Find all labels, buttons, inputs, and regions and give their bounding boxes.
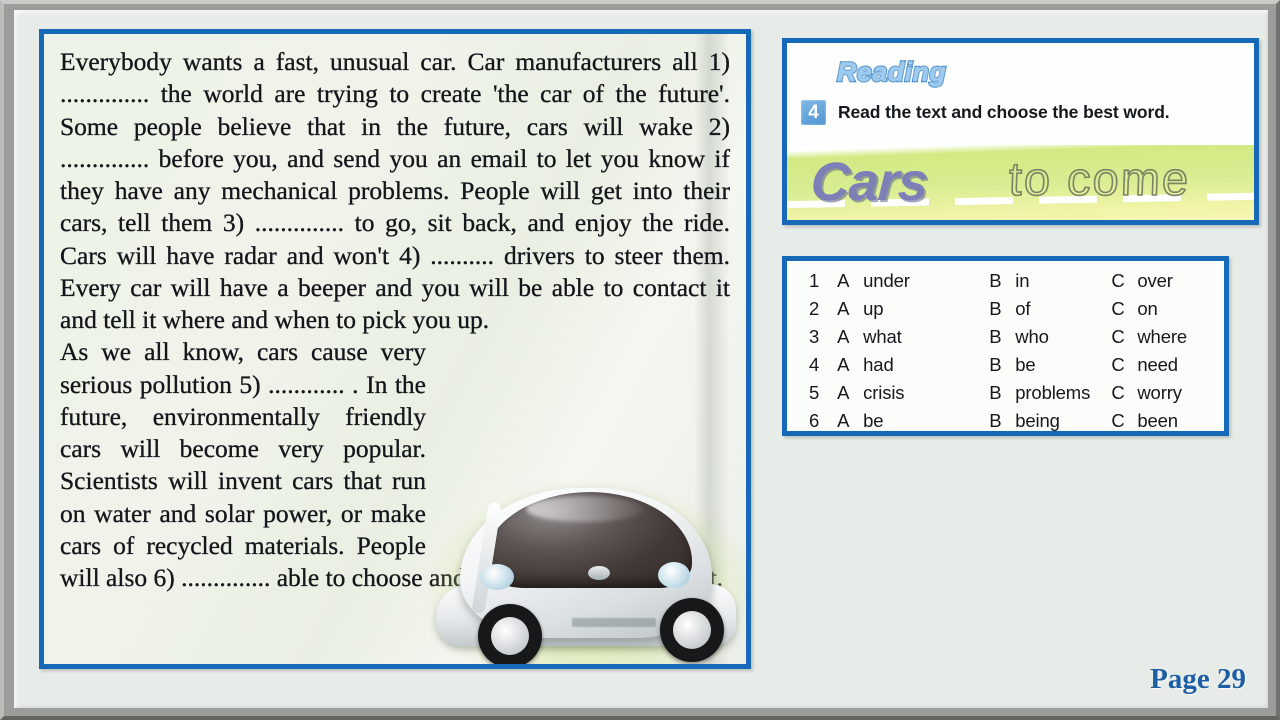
option-letter-c: C	[1111, 298, 1125, 319]
option-choice-a[interactable]: A up	[837, 298, 989, 320]
option-choice-c[interactable]: C on	[1111, 298, 1224, 320]
option-letter-b: B	[989, 382, 1002, 403]
concept-car-image	[422, 472, 746, 664]
exercise-number-badge: 4	[801, 100, 826, 125]
option-row[interactable]: 5 A crisis B problems C worry	[809, 382, 1224, 410]
option-word-c: need	[1137, 354, 1178, 375]
option-choice-b[interactable]: B of	[989, 298, 1111, 320]
option-choice-a[interactable]: A be	[837, 410, 989, 432]
option-letter-c: C	[1111, 410, 1125, 431]
option-row[interactable]: 1 A under B in C over	[809, 270, 1224, 298]
car-canopy-glare	[526, 496, 644, 522]
option-question-number: 2	[809, 298, 820, 319]
option-word-c: where	[1137, 326, 1187, 347]
option-choice-c[interactable]: C need	[1111, 354, 1224, 376]
answer-options-panel: 1 A under B in C over 2 A up B of C on 3…	[782, 256, 1229, 436]
exercise-instruction: Read the text and choose the best word.	[838, 102, 1170, 122]
option-word-b: of	[1015, 298, 1031, 319]
banner-title-cars: Cars	[809, 152, 929, 212]
option-row[interactable]: 4 A had B be C need	[809, 354, 1224, 382]
option-row[interactable]: 6 A be B being C been	[809, 410, 1224, 438]
slide-canvas: Everybody wants a fast, unusual car. Car…	[14, 10, 1268, 708]
option-letter-a: A	[837, 410, 850, 431]
option-choice-b[interactable]: B be	[989, 354, 1111, 376]
option-letter-a: A	[837, 298, 850, 319]
option-choice-c[interactable]: C over	[1111, 270, 1224, 292]
option-word-b: be	[1015, 354, 1036, 375]
option-question-number: 1	[809, 270, 820, 291]
option-choice-c[interactable]: C worry	[1111, 382, 1224, 404]
option-letter-b: B	[989, 270, 1002, 291]
option-word-c: been	[1137, 410, 1178, 431]
option-question-number: 3	[809, 326, 820, 347]
option-word-a: what	[863, 326, 902, 347]
option-row[interactable]: 3 A what B who C where	[809, 326, 1224, 354]
option-choice-c[interactable]: C been	[1111, 410, 1224, 432]
option-word-b: problems	[1015, 382, 1091, 403]
option-word-c: worry	[1137, 382, 1182, 403]
passage-paragraph-1: Everybody wants a fast, unusual car. Car…	[60, 47, 730, 334]
option-word-c: on	[1137, 298, 1158, 319]
option-letter-a: A	[837, 382, 850, 403]
exercise-row: 4 Read the text and choose the best word…	[801, 100, 1170, 125]
page-number: Page 29	[1150, 663, 1246, 695]
option-choice-a[interactable]: A crisis	[837, 382, 989, 404]
banner-title-to-come: to come	[1007, 151, 1192, 206]
car-headlamp-left	[480, 564, 514, 590]
option-word-b: in	[1015, 270, 1030, 291]
option-letter-c: C	[1111, 270, 1125, 291]
option-choice-a[interactable]: A had	[837, 354, 989, 376]
option-letter-c: C	[1111, 326, 1125, 347]
car-headlamp-right	[658, 562, 690, 588]
option-letter-a: A	[837, 270, 850, 291]
reading-header-panel: Reading 4 Read the text and choose the b…	[782, 38, 1259, 225]
car-wheel-rear	[660, 598, 724, 662]
option-question-number: 6	[809, 410, 820, 431]
option-word-a: crisis	[863, 382, 905, 403]
cars-to-come-banner: Cars to come	[787, 145, 1254, 220]
option-choice-a[interactable]: A under	[837, 270, 989, 292]
option-word-a: under	[863, 270, 910, 291]
option-choice-b[interactable]: B in	[989, 270, 1111, 292]
option-choice-a[interactable]: A what	[837, 326, 989, 348]
option-word-a: be	[863, 410, 884, 431]
option-word-b: who	[1015, 326, 1049, 347]
option-letter-b: B	[989, 354, 1002, 375]
car-emblem	[588, 566, 610, 580]
slide-frame: Everybody wants a fast, unusual car. Car…	[0, 0, 1280, 720]
option-word-a: up	[863, 298, 884, 319]
car-wheel-front	[478, 604, 542, 664]
option-choice-b[interactable]: B problems	[989, 382, 1111, 404]
option-letter-b: B	[989, 326, 1002, 347]
car-number-plate	[572, 618, 656, 627]
option-letter-b: B	[989, 298, 1002, 319]
option-word-c: over	[1137, 270, 1173, 291]
option-word-b: being	[1015, 410, 1060, 431]
option-letter-c: C	[1111, 354, 1125, 375]
option-question-number: 5	[809, 382, 820, 403]
option-letter-c: C	[1111, 382, 1125, 403]
option-letter-a: A	[837, 354, 850, 375]
option-letter-b: B	[989, 410, 1002, 431]
option-word-a: had	[863, 354, 894, 375]
option-question-number: 4	[809, 354, 820, 375]
option-row[interactable]: 2 A up B of C on	[809, 298, 1224, 326]
reading-passage-panel: Everybody wants a fast, unusual car. Car…	[39, 29, 751, 669]
option-choice-b[interactable]: B being	[989, 410, 1111, 432]
option-letter-a: A	[837, 326, 850, 347]
option-choice-b[interactable]: B who	[989, 326, 1111, 348]
reading-section-title: Reading	[836, 56, 947, 88]
option-choice-c[interactable]: C where	[1111, 326, 1224, 348]
